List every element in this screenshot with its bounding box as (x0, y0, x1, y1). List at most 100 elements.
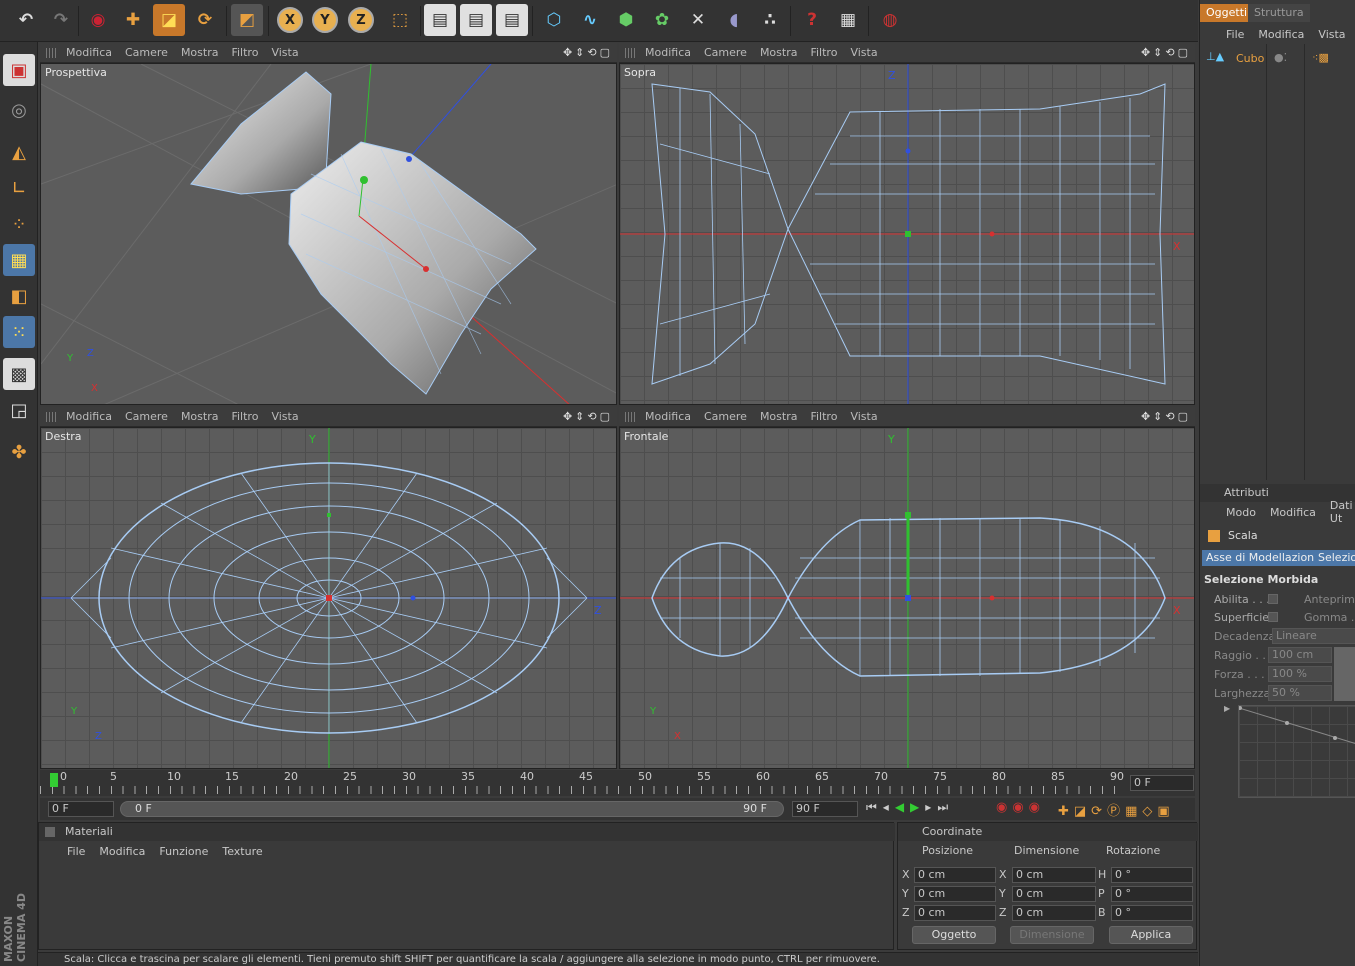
coordinate-system-icon[interactable]: ⬚ (384, 4, 416, 36)
enable-checkbox[interactable] (1268, 594, 1278, 604)
z-axis-lock-button[interactable]: Z (348, 7, 374, 33)
render-view-icon[interactable]: ▤ (424, 4, 456, 36)
tab-selezione[interactable]: Selezion (1314, 550, 1355, 566)
viewport-nav-icons[interactable]: ✥⇕⟲▢ (1141, 410, 1191, 423)
vp-menu-vista[interactable]: Vista (850, 410, 877, 423)
mat-menu-file[interactable]: File (67, 845, 85, 858)
apply-button[interactable]: Applica (1109, 926, 1193, 944)
cube-primitive-icon[interactable]: ⬡ (538, 4, 570, 36)
nurbs-icon[interactable]: ⬢ (610, 4, 642, 36)
expand-arrow-icon[interactable]: ▶ (1224, 704, 1230, 713)
mat-menu-texture[interactable]: Texture (222, 845, 262, 858)
web-icon[interactable]: ◍ (874, 4, 906, 36)
polygons-mode-icon[interactable]: ◧ (3, 280, 35, 312)
rot-p-field[interactable]: 0 ° (1111, 886, 1193, 902)
size-select[interactable]: Dimensione (1010, 926, 1094, 944)
vp-menu-mostra[interactable]: Mostra (181, 410, 219, 423)
vp-menu-camere[interactable]: Camere (704, 410, 747, 423)
surface-checkbox[interactable] (1268, 612, 1278, 622)
current-frame-field[interactable]: 0 F (1130, 775, 1194, 791)
tab-struttura[interactable]: Struttura (1248, 4, 1310, 22)
viewport-nav-icons[interactable]: ✥⇕⟲▢ (563, 410, 613, 423)
viewport-right[interactable]: Y Z Destra Y Z (40, 427, 617, 769)
size-z-field[interactable]: 0 cm (1012, 905, 1096, 921)
size-x-field[interactable]: 0 cm (1012, 867, 1096, 883)
vp-menu-camere[interactable]: Camere (125, 410, 168, 423)
falloff-curve-graph[interactable] (1238, 705, 1355, 798)
key-mode-icons[interactable]: ✚◪⟳Ⓟ▦◇▣ (1058, 800, 1175, 819)
vp-menu-modifica[interactable]: Modifica (645, 46, 691, 59)
workplane-icon[interactable]: ◲ (3, 394, 35, 426)
move-tool-icon[interactable]: ✚ (117, 4, 149, 36)
mode-select[interactable]: Oggetto (912, 926, 996, 944)
playback-controls[interactable]: ⏮◂◀▶▸⏭ (866, 800, 954, 815)
tab-asse-modellazione[interactable]: Asse di Modellazione (1202, 550, 1325, 566)
om-menu-vista[interactable]: Vista (1318, 28, 1345, 41)
strength-field[interactable]: 100 % (1268, 666, 1332, 682)
rotate-tool-icon[interactable]: ⟳ (189, 4, 221, 36)
object-mode-icon[interactable]: ◭ (3, 136, 35, 168)
viewport-perspective[interactable]: Y Z X Prospettiva (40, 63, 617, 405)
undo-icon[interactable]: ↶ (10, 4, 42, 36)
visibility-dots-icon[interactable]: ●⁚ (1274, 51, 1287, 64)
scene-icon[interactable]: ◖ (718, 4, 750, 36)
layout-icon[interactable]: ▦ (832, 4, 864, 36)
render-settings-icon[interactable]: ▤ (496, 4, 528, 36)
redo-icon[interactable]: ↷ (45, 4, 77, 36)
spline-icon[interactable]: ∿ (574, 4, 606, 36)
vp-menu-mostra[interactable]: Mostra (760, 410, 798, 423)
attr-menu-modifica[interactable]: Modifica (1270, 506, 1316, 519)
om-menu-file[interactable]: File (1226, 28, 1244, 41)
vp-menu-filtro[interactable]: Filtro (810, 410, 837, 423)
vp-menu-mostra[interactable]: Mostra (760, 46, 798, 59)
tweak-mode-icon[interactable]: ⁙ (3, 316, 35, 348)
falloff-select[interactable]: Lineare (1272, 628, 1355, 644)
array-icon[interactable]: ✿ (646, 4, 678, 36)
rot-b-field[interactable]: 0 ° (1111, 905, 1193, 921)
record-keys-icons[interactable]: ◉◉◉ (996, 800, 1045, 815)
radius-field[interactable]: 100 cm (1268, 647, 1332, 663)
start-frame-field[interactable]: 0 F (48, 801, 114, 817)
vp-menu-camere[interactable]: Camere (704, 46, 747, 59)
object-item-cubo[interactable]: Cubo (1236, 52, 1264, 65)
vp-menu-filtro[interactable]: Filtro (810, 46, 837, 59)
particles-icon[interactable]: ∴ (754, 4, 786, 36)
playhead[interactable] (50, 773, 58, 787)
vp-menu-modifica[interactable]: Modifica (645, 410, 691, 423)
scale-tool-icon[interactable]: ◪ (153, 4, 185, 36)
texture-mode-icon[interactable]: ▩ (3, 358, 35, 390)
select-tool-icon[interactable]: ◉ (82, 4, 114, 36)
range-slider[interactable]: 0 F 90 F (120, 801, 784, 817)
viewport-top[interactable]: Sopra Z X (619, 63, 1195, 405)
y-axis-lock-button[interactable]: Y (312, 7, 338, 33)
tab-oggetti[interactable]: Oggetti (1200, 4, 1254, 22)
sculpt-icon[interactable]: ✤ (3, 436, 35, 468)
vp-menu-vista[interactable]: Vista (271, 410, 298, 423)
vp-menu-modifica[interactable]: Modifica (66, 410, 112, 423)
vp-menu-filtro[interactable]: Filtro (231, 410, 258, 423)
mat-menu-modifica[interactable]: Modifica (99, 845, 145, 858)
vp-menu-modifica[interactable]: Modifica (66, 46, 112, 59)
x-axis-lock-button[interactable]: X (277, 7, 303, 33)
viewport-nav-icons[interactable]: ✥⇕⟲▢ (1141, 46, 1191, 59)
end-frame-field[interactable]: 90 F (792, 801, 858, 817)
panel-handle-icon[interactable] (45, 827, 55, 837)
edges-mode-icon[interactable]: ▦ (3, 244, 35, 276)
pos-z-field[interactable]: 0 cm (914, 905, 996, 921)
help-icon[interactable]: ? (796, 4, 828, 36)
vp-menu-vista[interactable]: Vista (850, 46, 877, 59)
mat-menu-funzione[interactable]: Funzione (159, 845, 208, 858)
make-editable-icon[interactable]: ▣ (3, 54, 35, 86)
viewport-nav-icons[interactable]: ✥⇕⟲▢ (563, 46, 613, 59)
vp-menu-vista[interactable]: Vista (271, 46, 298, 59)
pos-y-field[interactable]: 0 cm (914, 886, 996, 902)
attr-menu-modo[interactable]: Modo (1226, 506, 1256, 519)
om-menu-modifica[interactable]: Modifica (1258, 28, 1304, 41)
model-mode-icon[interactable]: ◎ (3, 94, 35, 126)
rot-h-field[interactable]: 0 ° (1111, 867, 1193, 883)
recent-tool-icon[interactable]: ◩ (231, 4, 263, 36)
attr-menu-dati[interactable]: Dati Ut (1330, 499, 1355, 525)
vp-menu-camere[interactable]: Camere (125, 46, 168, 59)
vp-menu-filtro[interactable]: Filtro (231, 46, 258, 59)
timeline-ruler[interactable]: 0 5 10 15 20 25 30 35 40 45 50 55 60 65 … (40, 770, 1195, 796)
